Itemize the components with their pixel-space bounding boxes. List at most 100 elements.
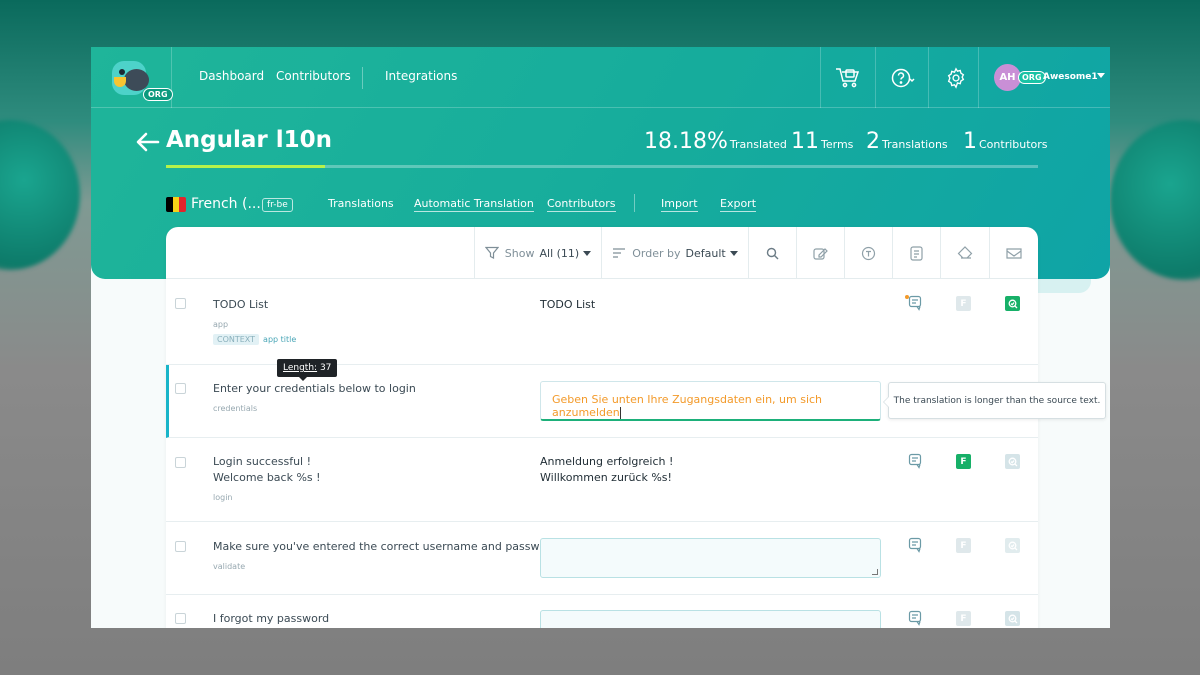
table-toolbar: Show All (11) Order by Default <box>166 227 1038 279</box>
translation-text[interactable]: Anmeldung erfolgreich ! Willkommen zurück… <box>540 454 673 486</box>
translation-progress-fill <box>166 165 325 168</box>
resize-handle[interactable] <box>872 569 878 575</box>
proofread-badge[interactable] <box>1005 611 1020 626</box>
flag-stripe <box>166 197 173 212</box>
flag-stripe <box>172 197 180 212</box>
text-cursor <box>619 407 621 419</box>
order-value: Default <box>685 246 726 260</box>
nav-integrations[interactable]: Integrations <box>385 69 457 83</box>
order-label: Order by <box>632 246 681 260</box>
search-button[interactable] <box>748 227 796 279</box>
translation-progress-bar <box>166 165 1038 168</box>
length-tooltip: Length: 37 <box>277 359 338 381</box>
stat-terms: 11 Terms <box>791 129 853 154</box>
clear-filter[interactable] <box>940 227 989 279</box>
nav-contributors[interactable]: Contributors <box>276 69 351 83</box>
chevron-down-icon <box>1097 73 1105 78</box>
verify-filter[interactable] <box>989 227 1038 279</box>
tab-import[interactable]: Import <box>661 197 698 212</box>
avatar: AH <box>994 64 1021 91</box>
context-label: credentials <box>213 404 258 413</box>
settings-button[interactable] <box>928 47 983 108</box>
stat-translations: 2 Translations <box>866 129 948 154</box>
subnav-divider <box>634 194 635 212</box>
nav-divider <box>362 67 363 89</box>
table-row[interactable]: I forgot my password F <box>166 595 1038 628</box>
stat-value: 11 <box>791 129 819 154</box>
stat-value: 2 <box>866 129 880 154</box>
tab-automatic-translation[interactable]: Automatic Translation <box>414 197 534 212</box>
row-checkbox[interactable] <box>175 298 186 309</box>
stat-contributors: 1 Contributors <box>963 129 1048 154</box>
language-selector[interactable]: French (... <box>191 196 261 212</box>
translation-line: Anmeldung erfolgreich ! <box>540 455 674 468</box>
comments-filter[interactable] <box>892 227 940 279</box>
comment-icon[interactable] <box>908 295 924 311</box>
fuzzy-badge[interactable]: F <box>956 611 971 626</box>
terms-table: Show All (11) Order by Default TODO List… <box>166 227 1038 628</box>
translation-input[interactable]: Geben Sie unten Ihre Zugangsdaten ein, u… <box>540 381 881 421</box>
table-row[interactable]: Login successful ! Welcome back %s ! logi… <box>166 438 1038 522</box>
tab-translations[interactable]: Translations <box>328 197 394 211</box>
source-text: Login successful ! Welcome back %s ! <box>213 454 321 486</box>
source-text: Make sure you've entered the correct use… <box>213 540 558 553</box>
fuzzy-badge[interactable]: F <box>956 454 971 469</box>
translation-input[interactable] <box>540 538 881 578</box>
comment-icon[interactable] <box>908 537 924 553</box>
help-button[interactable] <box>875 47 930 108</box>
stat-label: Translated <box>729 138 787 151</box>
table-row[interactable]: TODO List app CONTEXT app title TODO List… <box>166 279 1038 365</box>
background-blob-right <box>1110 120 1200 280</box>
proofread-badge[interactable] <box>1005 538 1020 553</box>
sort-icon <box>613 248 626 258</box>
search-icon <box>766 247 779 259</box>
stat-value: 1 <box>963 129 977 154</box>
length-label: Length: <box>283 363 318 373</box>
verify-icon <box>1008 541 1017 550</box>
order-by-select[interactable]: Order by Default <box>601 227 748 279</box>
show-filter[interactable]: Show All (11) <box>474 227 601 279</box>
table-row[interactable]: Make sure you've entered the correct use… <box>166 522 1038 595</box>
back-arrow-icon[interactable] <box>136 132 160 152</box>
proofread-badge[interactable] <box>1005 296 1020 311</box>
edit-translation-icon <box>813 247 828 260</box>
row-checkbox[interactable] <box>175 457 186 468</box>
row-checkbox[interactable] <box>175 613 186 624</box>
verify-icon <box>1008 614 1017 623</box>
context-label: login <box>213 493 233 502</box>
document-icon <box>910 245 923 261</box>
source-text: TODO List <box>213 298 269 311</box>
proofread-badge[interactable] <box>1005 454 1020 469</box>
row-checkbox[interactable] <box>175 541 186 552</box>
nav-dashboard[interactable]: Dashboard <box>199 69 264 83</box>
fuzzy-badge[interactable]: F <box>956 296 971 311</box>
logo[interactable]: ORG <box>91 47 173 108</box>
context-value: app title <box>263 335 297 344</box>
app-window: ORG Dashboard Contributors Integrations … <box>91 47 1110 628</box>
comment-icon[interactable] <box>908 610 924 626</box>
context-label: validate <box>213 562 246 571</box>
fuzzy-badge[interactable]: F <box>956 538 971 553</box>
row-checkbox[interactable] <box>175 383 186 394</box>
tab-export[interactable]: Export <box>720 197 757 212</box>
cart-button[interactable] <box>820 47 875 108</box>
machine-translate-filter[interactable] <box>796 227 844 279</box>
logo-eye <box>119 69 125 75</box>
filter-icon <box>484 246 499 259</box>
show-label: Show <box>504 246 535 260</box>
help-icon <box>891 68 915 87</box>
user-menu[interactable]: AH ORG Awesome1 <box>978 47 1110 108</box>
translation-line: Willkommen zurück %s! <box>540 471 672 484</box>
length-value: 37 <box>319 363 332 373</box>
language-code-badge: fr-be <box>262 198 293 212</box>
tab-contributors[interactable]: Contributors <box>547 197 616 212</box>
project-title: Angular l10n <box>166 127 333 153</box>
comment-icon[interactable] <box>908 453 924 469</box>
source-line: Welcome back %s ! <box>213 471 321 484</box>
cart-icon <box>836 67 860 87</box>
source-text: Enter your credentials below to login <box>213 382 416 395</box>
translation-input[interactable] <box>540 610 881 628</box>
translation-text[interactable]: TODO List <box>540 297 595 313</box>
top-navigation: ORG Dashboard Contributors Integrations … <box>91 47 1110 108</box>
terms-filter[interactable] <box>844 227 892 279</box>
